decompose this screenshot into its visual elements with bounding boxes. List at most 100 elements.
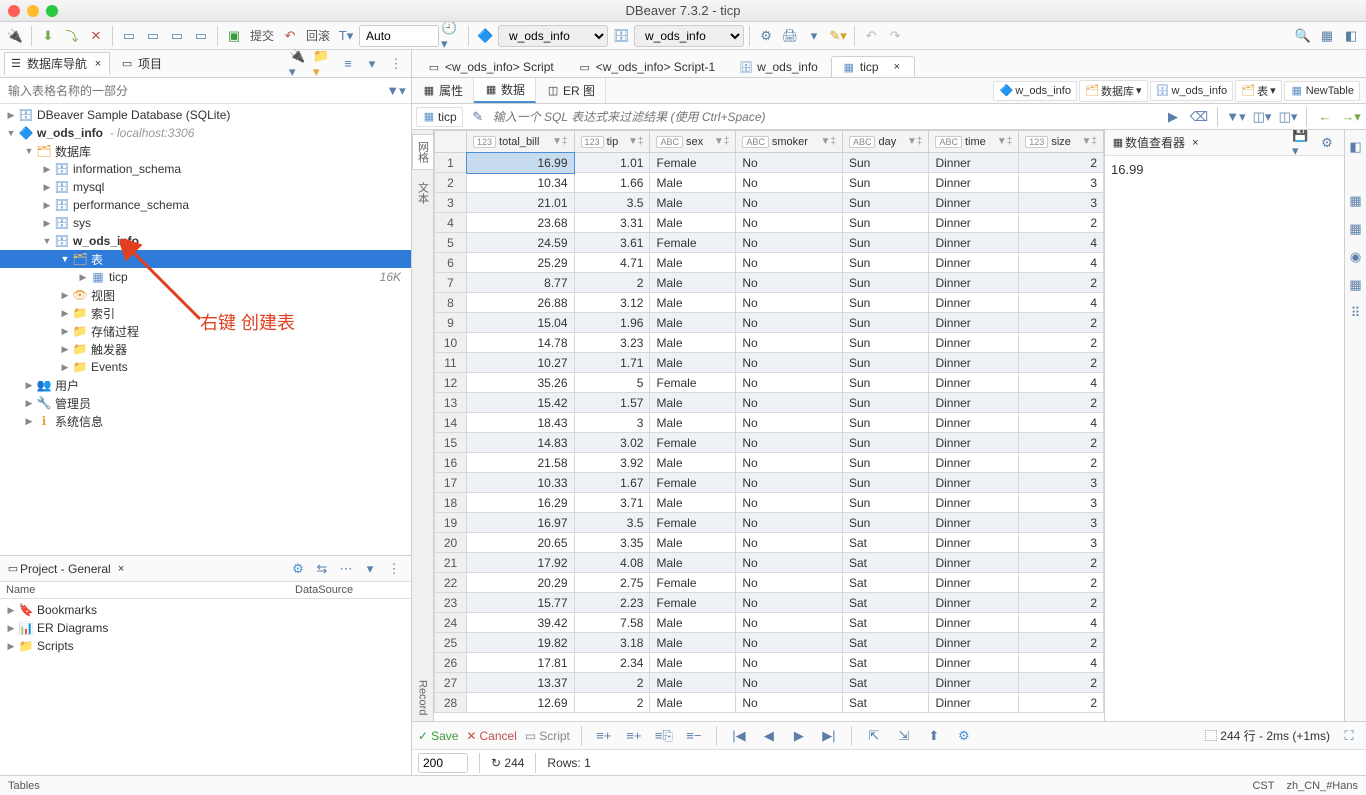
cell[interactable]: No [736,693,843,713]
cell[interactable]: Sat [842,573,929,593]
cell[interactable]: No [736,173,843,193]
col-time[interactable]: ABC time▼‡ [929,131,1019,153]
cell[interactable]: Male [650,353,736,373]
subtab-data[interactable]: ▦数据 [474,78,536,103]
cancel-button[interactable]: ✕ Cancel [466,729,516,743]
cell[interactable]: Sat [842,613,929,633]
cell[interactable]: Sun [842,173,929,193]
wand-icon[interactable]: ✎▾ [827,25,849,47]
cell[interactable]: 20.65 [467,533,575,553]
gutter-text[interactable]: 文本 [413,176,433,210]
tab-database-nav[interactable]: ☰ 数据库导航 × [4,52,110,75]
cell[interactable]: Sun [842,393,929,413]
cell[interactable]: Sun [842,233,929,253]
cell[interactable]: 4.71 [574,253,650,273]
tree-node[interactable]: 数据库 [55,143,91,160]
row-number[interactable]: 11 [435,353,467,373]
database-select[interactable]: w_ods_info [634,25,744,47]
cell[interactable]: Sun [842,293,929,313]
cell[interactable]: Female [650,373,736,393]
cell[interactable]: Female [650,513,736,533]
new-connection-icon[interactable]: 🔌 [4,25,26,47]
row-number[interactable]: 18 [435,493,467,513]
panels2-icon[interactable]: ◫▾ [1277,106,1299,128]
close-icon[interactable]: × [114,562,128,576]
close-icon[interactable]: × [1188,136,1202,150]
row-number[interactable]: 26 [435,653,467,673]
row-number[interactable]: 28 [435,693,467,713]
cell[interactable]: 1.01 [574,153,650,173]
connection-icon[interactable]: 🔷 [474,25,496,47]
del-row-icon[interactable]: ≡− [683,725,705,747]
cell[interactable]: Dinner [929,313,1019,333]
cell[interactable]: Sat [842,553,929,573]
cell[interactable]: 2.23 [574,593,650,613]
cell[interactable]: 4 [1019,653,1104,673]
cell[interactable]: No [736,333,843,353]
tree-node[interactable]: w_ods_info [73,234,139,248]
cell[interactable]: 26.88 [467,293,575,313]
cell[interactable]: Dinner [929,553,1019,573]
cell[interactable]: No [736,613,843,633]
tree-node[interactable]: 视图 [91,287,115,304]
cell[interactable]: 3 [1019,193,1104,213]
table-chip[interactable]: ▦ticp [416,107,463,127]
cell[interactable]: Dinner [929,693,1019,713]
cell[interactable]: Male [650,393,736,413]
close-icon[interactable]: × [890,60,904,74]
tree-filter-input[interactable] [4,82,385,100]
cell[interactable]: Dinner [929,293,1019,313]
collapse-icon[interactable]: ▾ [359,558,381,580]
cell[interactable]: Sun [842,193,929,213]
cell[interactable]: 3.92 [574,453,650,473]
cell[interactable]: Dinner [929,373,1019,393]
close-icon[interactable]: ✕ [85,25,107,47]
cell[interactable]: Male [650,533,736,553]
sql-icon[interactable]: ✎ [467,106,489,128]
cell[interactable]: Female [650,153,736,173]
tree-node[interactable]: 触发器 [91,341,127,358]
next-page-icon[interactable]: ▶ [788,725,810,747]
cell[interactable]: 2 [1019,593,1104,613]
cell[interactable]: 17.81 [467,653,575,673]
col-tip[interactable]: 123 tip▼‡ [574,131,650,153]
cell[interactable]: 2 [1019,693,1104,713]
cell[interactable]: No [736,393,843,413]
cell[interactable]: 3 [574,413,650,433]
row-number[interactable]: 13 [435,393,467,413]
tab-script1[interactable]: ▭<w_ods_info> Script [416,56,565,77]
cell[interactable]: No [736,233,843,253]
tree-node[interactable]: mysql [73,180,104,194]
cell[interactable]: Sun [842,453,929,473]
cell[interactable]: Dinner [929,393,1019,413]
equals-icon[interactable]: ≡ [337,53,359,75]
row-number[interactable]: 4 [435,213,467,233]
cell[interactable]: Dinner [929,433,1019,453]
cell[interactable]: Dinner [929,193,1019,213]
cell[interactable]: Female [650,593,736,613]
cell[interactable]: 2 [1019,153,1104,173]
cell[interactable]: 2 [1019,673,1104,693]
cell[interactable]: 18.43 [467,413,575,433]
cell[interactable]: 3.5 [574,193,650,213]
cell[interactable]: No [736,413,843,433]
cell[interactable]: 3.23 [574,333,650,353]
cell[interactable]: Dinner [929,413,1019,433]
side-icon3[interactable]: ◉ [1345,246,1366,268]
cell[interactable]: Male [650,673,736,693]
settings-icon[interactable]: ⚙ [1316,132,1338,154]
row-number[interactable]: 21 [435,553,467,573]
tree-node[interactable]: Bookmarks [37,603,97,617]
row-number[interactable]: 3 [435,193,467,213]
folder-icon[interactable]: 📁▾ [313,53,335,75]
gutter-record[interactable]: Record [415,674,431,721]
cell[interactable]: Male [650,653,736,673]
page-size-input[interactable] [418,753,468,773]
cell[interactable]: 4.08 [574,553,650,573]
prev-icon[interactable]: ← [1314,106,1336,128]
connection-select[interactable]: w_ods_info [498,25,608,47]
cell[interactable]: Male [650,693,736,713]
cell[interactable]: 13.37 [467,673,575,693]
upload-icon[interactable]: ⬆ [923,725,945,747]
link-icon[interactable]: ⇆ [311,558,333,580]
